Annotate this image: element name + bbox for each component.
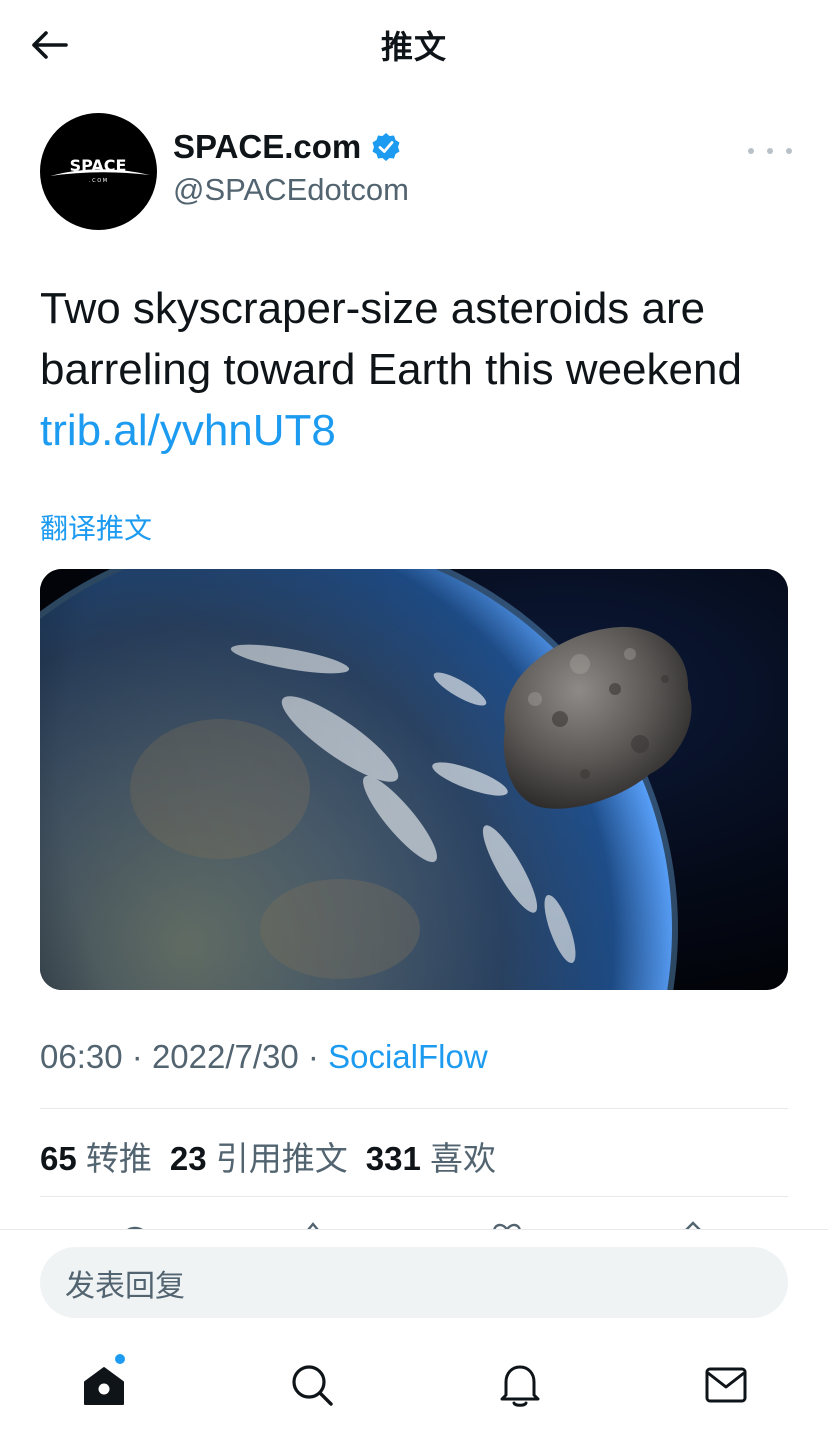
- divider: [40, 1196, 788, 1197]
- retweets-stat[interactable]: 65 转推: [40, 1132, 152, 1180]
- like-label: 喜欢: [430, 1140, 497, 1177]
- bell-icon: [500, 1365, 540, 1407]
- more-dot-icon: [748, 148, 754, 154]
- retweet-count: 65: [40, 1140, 77, 1177]
- home-icon: [84, 1367, 124, 1405]
- more-dot-icon: [767, 148, 773, 154]
- top-bar: 推文: [0, 0, 828, 88]
- page-title: 推文: [380, 28, 447, 66]
- nav-home[interactable]: [79, 1354, 129, 1410]
- tweet-link[interactable]: trib.al/yvhnUT8: [40, 400, 800, 461]
- translate-tweet-link[interactable]: 翻译推文: [40, 507, 152, 547]
- avatar[interactable]: SPACE . C O M: [40, 113, 157, 230]
- author-display-name[interactable]: SPACE.com: [173, 128, 401, 166]
- reply-input[interactable]: 发表回复: [40, 1247, 788, 1318]
- divider: [40, 1108, 788, 1109]
- tweet-timestamp: 06:30 · 2022/7/30 · SocialFlow: [40, 1038, 488, 1076]
- like-count: 331: [365, 1140, 421, 1177]
- tweet-time: 06:30: [40, 1038, 123, 1075]
- nav-messages[interactable]: [701, 1360, 751, 1410]
- mail-icon: [705, 1367, 747, 1403]
- more-dot-icon: [786, 148, 792, 154]
- retweet-label: 转推: [85, 1140, 152, 1177]
- tweet-body: Two skyscraper-size asteroids are barrel…: [40, 284, 742, 394]
- tweet-stats: 65 转推 23 引用推文 331 喜欢: [40, 1132, 496, 1180]
- quotes-stat[interactable]: 23 引用推文: [170, 1132, 348, 1180]
- more-options-button[interactable]: [748, 138, 792, 164]
- search-icon: [292, 1365, 333, 1406]
- reply-placeholder: 发表回复: [65, 1268, 185, 1304]
- quote-count: 23: [169, 1140, 207, 1177]
- notification-dot: [115, 1354, 125, 1364]
- tweet-media-image[interactable]: [40, 569, 788, 990]
- earth-asteroid-image: [40, 569, 788, 990]
- space-logo-icon: SPACE . C O M: [50, 156, 150, 184]
- meta-separator: ·: [131, 1038, 143, 1075]
- svg-text:SPACE: SPACE: [70, 156, 127, 175]
- meta-separator: ·: [307, 1038, 319, 1075]
- verified-badge-icon: [372, 133, 400, 161]
- author-handle[interactable]: @SPACEdotcom: [173, 172, 409, 208]
- bottom-bar: 发表回复: [0, 1229, 828, 1432]
- display-name-text: SPACE.com: [173, 128, 362, 165]
- likes-stat[interactable]: 331 喜欢: [366, 1132, 496, 1180]
- tweet-date: 2022/7/30: [151, 1038, 299, 1075]
- tweet-text: Two skyscraper-size asteroids are barrel…: [40, 278, 800, 461]
- nav-search[interactable]: [287, 1360, 337, 1410]
- quote-label: 引用推文: [215, 1140, 348, 1177]
- tweet-source[interactable]: SocialFlow: [328, 1038, 488, 1075]
- svg-text:. C O M: . C O M: [89, 178, 107, 184]
- nav-notifications[interactable]: [495, 1360, 545, 1410]
